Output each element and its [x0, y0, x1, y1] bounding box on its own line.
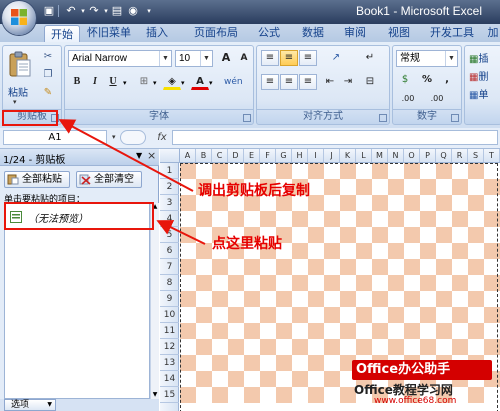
watermark: Office办公助手 Office教程学习网 www.office68.com [352, 360, 492, 408]
office-logo-icon [11, 9, 27, 25]
arrow-to-clipboard-item [156, 220, 206, 245]
watermark-brand: Office办公助手 [352, 360, 492, 380]
office-button[interactable] [2, 1, 36, 35]
annotation-paste-note: 点这里粘贴 [212, 236, 282, 252]
annotation-arrows [58, 119, 206, 245]
watermark-url: www.office68.com [374, 396, 457, 406]
annotation-copy-note: 调出剪贴板后复制 [198, 183, 310, 199]
arrow-to-clipboard-launcher [58, 119, 194, 192]
